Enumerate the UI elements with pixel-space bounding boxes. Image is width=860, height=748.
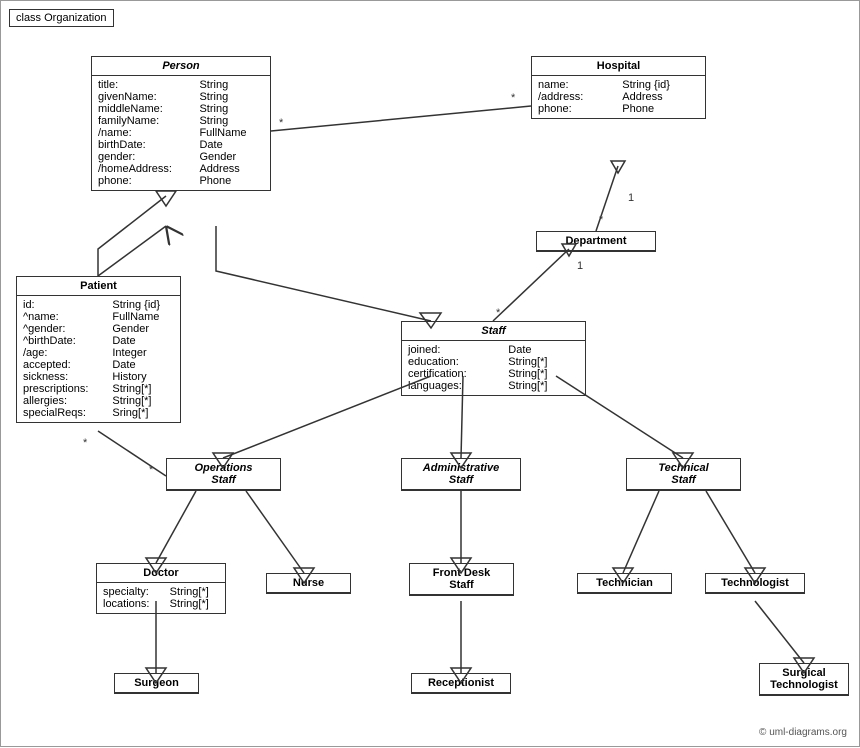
staff-class: Staff joined:Date education:String[*] ce…	[401, 321, 586, 396]
svg-text:*: *	[83, 437, 88, 449]
surgeon-class: Surgeon	[114, 673, 199, 694]
person-class: Person title:String givenName:String mid…	[91, 56, 271, 191]
admin-staff-class: AdministrativeStaff	[401, 458, 521, 491]
svg-text:*: *	[599, 214, 604, 226]
tech-staff-class: TechnicalStaff	[626, 458, 741, 491]
technologist-class: Technologist	[705, 573, 805, 594]
svg-text:*: *	[149, 464, 154, 476]
svg-text:1: 1	[577, 260, 583, 272]
department-header: Department	[537, 232, 655, 251]
nurse-class: Nurse	[266, 573, 351, 594]
technician-class: Technician	[577, 573, 672, 594]
surgeon-header: Surgeon	[115, 674, 198, 693]
svg-text:*: *	[511, 92, 516, 104]
svg-text:*: *	[496, 307, 501, 319]
person-body: title:String givenName:String middleName…	[92, 76, 270, 190]
ops-staff-class: OperationsStaff	[166, 458, 281, 491]
person-header: Person	[92, 57, 270, 76]
surgical-tech-class: SurgicalTechnologist	[759, 663, 849, 696]
receptionist-header: Receptionist	[412, 674, 510, 693]
admin-staff-header: AdministrativeStaff	[402, 459, 520, 490]
technologist-header: Technologist	[706, 574, 804, 593]
patient-class: Patient id:String {id} ^name:FullName ^g…	[16, 276, 181, 423]
svg-text:1: 1	[628, 192, 634, 204]
hospital-body: name:String {id} /address:Address phone:…	[532, 76, 705, 118]
hospital-class: Hospital name:String {id} /address:Addre…	[531, 56, 706, 119]
diagram-title: class Organization	[9, 9, 114, 27]
ops-staff-header: OperationsStaff	[167, 459, 280, 490]
front-desk-header: Front DeskStaff	[410, 564, 513, 595]
uml-diagram: class Organization Person title:String g…	[0, 0, 860, 747]
staff-body: joined:Date education:String[*] certific…	[402, 341, 585, 395]
patient-body: id:String {id} ^name:FullName ^gender:Ge…	[17, 296, 180, 422]
staff-header: Staff	[402, 322, 585, 341]
surgical-tech-header: SurgicalTechnologist	[760, 664, 848, 695]
front-desk-class: Front DeskStaff	[409, 563, 514, 596]
nurse-header: Nurse	[267, 574, 350, 593]
svg-text:*: *	[279, 117, 284, 129]
tech-staff-header: TechnicalStaff	[627, 459, 740, 490]
technician-header: Technician	[578, 574, 671, 593]
receptionist-class: Receptionist	[411, 673, 511, 694]
doctor-class: Doctor specialty:String[*] locations:Str…	[96, 563, 226, 614]
doctor-body: specialty:String[*] locations:String[*]	[97, 583, 225, 613]
patient-header: Patient	[17, 277, 180, 296]
copyright: © uml-diagrams.org	[759, 727, 847, 738]
hospital-header: Hospital	[532, 57, 705, 76]
department-class: Department	[536, 231, 656, 252]
doctor-header: Doctor	[97, 564, 225, 583]
